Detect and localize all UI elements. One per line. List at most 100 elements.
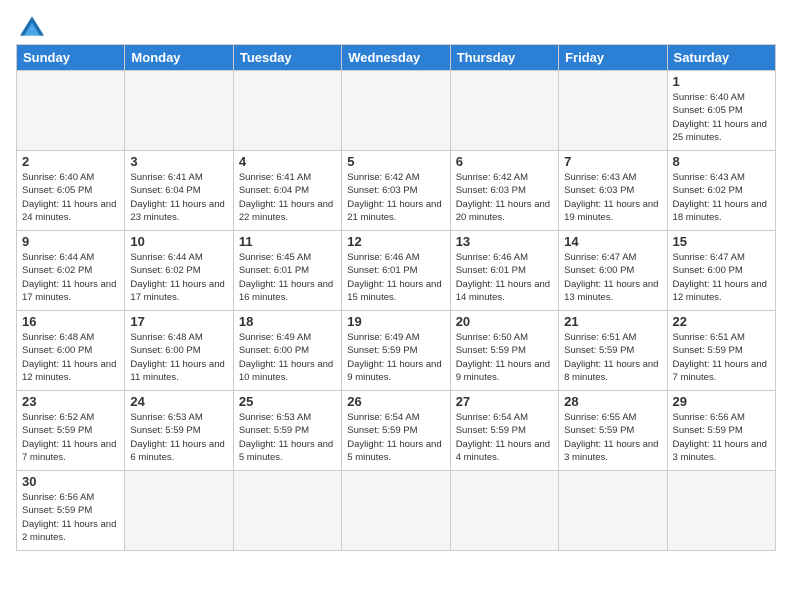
day-number: 13 xyxy=(456,234,553,249)
calendar-cell: 13 Sunrise: 6:46 AM Sunset: 6:01 PM Dayli… xyxy=(450,231,558,311)
calendar-cell: 4 Sunrise: 6:41 AM Sunset: 6:04 PM Daylig… xyxy=(233,151,341,231)
calendar-cell: 27 Sunrise: 6:54 AM Sunset: 5:59 PM Dayli… xyxy=(450,391,558,471)
day-number: 19 xyxy=(347,314,444,329)
day-info: Sunrise: 6:46 AM Sunset: 6:01 PM Dayligh… xyxy=(456,251,553,304)
calendar-week-3: 16 Sunrise: 6:48 AM Sunset: 6:00 PM Dayli… xyxy=(17,311,776,391)
day-info: Sunrise: 6:44 AM Sunset: 6:02 PM Dayligh… xyxy=(130,251,227,304)
day-number: 14 xyxy=(564,234,661,249)
day-number: 10 xyxy=(130,234,227,249)
calendar-cell: 7Sunrise: 6:43 AM Sunset: 6:03 PM Daylig… xyxy=(559,151,667,231)
day-info: Sunrise: 6:56 AM Sunset: 5:59 PM Dayligh… xyxy=(673,411,770,464)
calendar-week-4: 23 Sunrise: 6:52 AM Sunset: 5:59 PM Dayli… xyxy=(17,391,776,471)
calendar-cell: 19 Sunrise: 6:49 AM Sunset: 5:59 PM Dayli… xyxy=(342,311,450,391)
day-info: Sunrise: 6:56 AM Sunset: 5:59 PM Dayligh… xyxy=(22,491,119,544)
calendar-header-row: SundayMondayTuesdayWednesdayThursdayFrid… xyxy=(17,45,776,71)
day-info: Sunrise: 6:54 AM Sunset: 5:59 PM Dayligh… xyxy=(347,411,444,464)
day-info: Sunrise: 6:53 AM Sunset: 5:59 PM Dayligh… xyxy=(130,411,227,464)
calendar-cell: 2 Sunrise: 6:40 AM Sunset: 6:05 PM Daylig… xyxy=(17,151,125,231)
header-thursday: Thursday xyxy=(450,45,558,71)
day-info: Sunrise: 6:51 AM Sunset: 5:59 PM Dayligh… xyxy=(673,331,770,384)
day-number: 8 xyxy=(673,154,770,169)
day-number: 15 xyxy=(673,234,770,249)
calendar-cell: 10 Sunrise: 6:44 AM Sunset: 6:02 PM Dayli… xyxy=(125,231,233,311)
day-number: 23 xyxy=(22,394,119,409)
header-wednesday: Wednesday xyxy=(342,45,450,71)
calendar-cell: 1 Sunrise: 6:40 AM Sunset: 6:05 PM Daylig… xyxy=(667,71,775,151)
header-monday: Monday xyxy=(125,45,233,71)
calendar-week-0: 1 Sunrise: 6:40 AM Sunset: 6:05 PM Daylig… xyxy=(17,71,776,151)
calendar-cell: 16Sunrise: 6:48 AM Sunset: 6:00 PM Dayli… xyxy=(17,311,125,391)
day-number: 3 xyxy=(130,154,227,169)
day-number: 1 xyxy=(673,74,770,89)
calendar-cell: 17 Sunrise: 6:48 AM Sunset: 6:00 PM Dayli… xyxy=(125,311,233,391)
calendar-cell xyxy=(342,471,450,551)
calendar-cell: 29Sunrise: 6:56 AM Sunset: 5:59 PM Dayli… xyxy=(667,391,775,471)
day-number: 26 xyxy=(347,394,444,409)
day-info: Sunrise: 6:40 AM Sunset: 6:05 PM Dayligh… xyxy=(22,171,119,224)
calendar-cell: 23 Sunrise: 6:52 AM Sunset: 5:59 PM Dayli… xyxy=(17,391,125,471)
day-number: 11 xyxy=(239,234,336,249)
day-number: 9 xyxy=(22,234,119,249)
header-tuesday: Tuesday xyxy=(233,45,341,71)
calendar-cell: 20 Sunrise: 6:50 AM Sunset: 5:59 PM Dayli… xyxy=(450,311,558,391)
day-number: 16 xyxy=(22,314,119,329)
day-info: Sunrise: 6:53 AM Sunset: 5:59 PM Dayligh… xyxy=(239,411,336,464)
day-info: Sunrise: 6:55 AM Sunset: 5:59 PM Dayligh… xyxy=(564,411,661,464)
page-header xyxy=(16,16,776,36)
day-number: 22 xyxy=(673,314,770,329)
calendar-cell: 3 Sunrise: 6:41 AM Sunset: 6:04 PM Daylig… xyxy=(125,151,233,231)
day-info: Sunrise: 6:52 AM Sunset: 5:59 PM Dayligh… xyxy=(22,411,119,464)
day-number: 21 xyxy=(564,314,661,329)
header-saturday: Saturday xyxy=(667,45,775,71)
calendar-cell: 28Sunrise: 6:55 AM Sunset: 5:59 PM Dayli… xyxy=(559,391,667,471)
calendar-cell xyxy=(450,71,558,151)
day-info: Sunrise: 6:54 AM Sunset: 5:59 PM Dayligh… xyxy=(456,411,553,464)
calendar-cell xyxy=(667,471,775,551)
calendar-cell: 21 Sunrise: 6:51 AM Sunset: 5:59 PM Dayli… xyxy=(559,311,667,391)
day-info: Sunrise: 6:45 AM Sunset: 6:01 PM Dayligh… xyxy=(239,251,336,304)
calendar-cell: 15Sunrise: 6:47 AM Sunset: 6:00 PM Dayli… xyxy=(667,231,775,311)
calendar-week-5: 30 Sunrise: 6:56 AM Sunset: 5:59 PM Dayli… xyxy=(17,471,776,551)
calendar-cell: 12Sunrise: 6:46 AM Sunset: 6:01 PM Dayli… xyxy=(342,231,450,311)
calendar-cell: 30 Sunrise: 6:56 AM Sunset: 5:59 PM Dayli… xyxy=(17,471,125,551)
day-number: 2 xyxy=(22,154,119,169)
calendar-cell xyxy=(233,71,341,151)
day-info: Sunrise: 6:41 AM Sunset: 6:04 PM Dayligh… xyxy=(130,171,227,224)
day-info: Sunrise: 6:43 AM Sunset: 6:02 PM Dayligh… xyxy=(673,171,770,224)
calendar-table: SundayMondayTuesdayWednesdayThursdayFrid… xyxy=(16,44,776,551)
day-number: 17 xyxy=(130,314,227,329)
calendar-cell xyxy=(450,471,558,551)
day-number: 20 xyxy=(456,314,553,329)
day-number: 6 xyxy=(456,154,553,169)
logo-icon xyxy=(20,16,44,36)
calendar-cell: 18Sunrise: 6:49 AM Sunset: 6:00 PM Dayli… xyxy=(233,311,341,391)
calendar-cell: 25Sunrise: 6:53 AM Sunset: 5:59 PM Dayli… xyxy=(233,391,341,471)
header-friday: Friday xyxy=(559,45,667,71)
calendar-cell: 26 Sunrise: 6:54 AM Sunset: 5:59 PM Dayli… xyxy=(342,391,450,471)
calendar-cell xyxy=(233,471,341,551)
calendar-cell xyxy=(342,71,450,151)
day-info: Sunrise: 6:50 AM Sunset: 5:59 PM Dayligh… xyxy=(456,331,553,384)
calendar-week-2: 9 Sunrise: 6:44 AM Sunset: 6:02 PM Daylig… xyxy=(17,231,776,311)
day-info: Sunrise: 6:42 AM Sunset: 6:03 PM Dayligh… xyxy=(347,171,444,224)
calendar-week-1: 2 Sunrise: 6:40 AM Sunset: 6:05 PM Daylig… xyxy=(17,151,776,231)
calendar-cell xyxy=(125,471,233,551)
day-info: Sunrise: 6:47 AM Sunset: 6:00 PM Dayligh… xyxy=(564,251,661,304)
calendar-cell xyxy=(559,471,667,551)
day-info: Sunrise: 6:40 AM Sunset: 6:05 PM Dayligh… xyxy=(673,91,770,144)
calendar-cell: 24Sunrise: 6:53 AM Sunset: 5:59 PM Dayli… xyxy=(125,391,233,471)
day-info: Sunrise: 6:48 AM Sunset: 6:00 PM Dayligh… xyxy=(130,331,227,384)
day-info: Sunrise: 6:51 AM Sunset: 5:59 PM Dayligh… xyxy=(564,331,661,384)
calendar-cell xyxy=(559,71,667,151)
day-number: 27 xyxy=(456,394,553,409)
day-number: 4 xyxy=(239,154,336,169)
day-info: Sunrise: 6:41 AM Sunset: 6:04 PM Dayligh… xyxy=(239,171,336,224)
header-sunday: Sunday xyxy=(17,45,125,71)
day-number: 30 xyxy=(22,474,119,489)
calendar-cell xyxy=(125,71,233,151)
day-info: Sunrise: 6:49 AM Sunset: 5:59 PM Dayligh… xyxy=(347,331,444,384)
calendar-cell: 5Sunrise: 6:42 AM Sunset: 6:03 PM Daylig… xyxy=(342,151,450,231)
calendar-cell: 22 Sunrise: 6:51 AM Sunset: 5:59 PM Dayli… xyxy=(667,311,775,391)
calendar-cell: 14 Sunrise: 6:47 AM Sunset: 6:00 PM Dayli… xyxy=(559,231,667,311)
logo xyxy=(16,16,44,36)
